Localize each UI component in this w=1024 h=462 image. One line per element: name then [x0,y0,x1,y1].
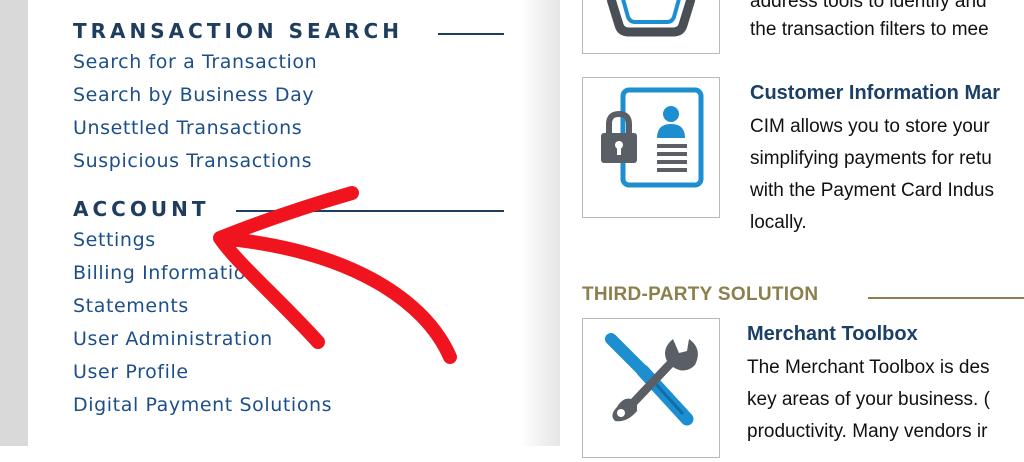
nav-link-billing-information[interactable]: Billing Information [73,262,259,284]
nav-link-settings[interactable]: Settings [73,229,156,251]
left-gutter [0,0,28,446]
cim-title-link[interactable]: Customer Information Mar [750,82,1000,105]
nav-link-search-for-transaction[interactable]: Search for a Transaction [73,51,317,73]
top-feature-icon-box [582,0,720,54]
wrench-screwdriver-icon [605,333,698,426]
merchant-toolbox-title-link[interactable]: Merchant Toolbox [747,323,918,346]
cim-line-4: locally. [750,212,807,233]
merchant-toolbox-icon-box [582,318,720,458]
cim-icon-box [582,77,720,218]
lock-profile-card-icon [601,87,704,188]
cim-line-1: CIM allows you to store your [750,116,990,137]
panel-shadow [520,0,560,446]
cim-line-3: with the Payment Card Indus [750,180,994,201]
nav-link-user-profile[interactable]: User Profile [73,361,189,383]
third-party-rule [868,297,1024,299]
cim-line-2: simplifying payments for retu [750,148,992,169]
nav-link-user-administration[interactable]: User Administration [73,328,273,350]
merchant-toolbox-line-3: productivity. Many vendors ir [747,421,988,442]
nav-link-suspicious-transactions[interactable]: Suspicious Transactions [73,150,312,172]
account-rule [236,210,504,212]
transaction-search-rule [438,33,504,35]
account-heading: ACCOUNT [73,197,210,221]
merchant-toolbox-line-2: key areas of your business. ( [747,389,990,410]
shield-icon [606,0,696,37]
transaction-search-heading: TRANSACTION SEARCH [73,19,403,43]
third-party-heading: THIRD-PARTY SOLUTION [582,284,819,305]
nav-link-digital-payment-solutions[interactable]: Digital Payment Solutions [73,394,332,416]
nav-link-unsettled-transactions[interactable]: Unsettled Transactions [73,117,302,139]
nav-link-search-by-business-day[interactable]: Search by Business Day [73,84,314,106]
merchant-toolbox-line-1: The Merchant Toolbox is des [747,357,990,378]
nav-link-statements[interactable]: Statements [73,295,189,317]
top-feature-line-2: the transaction filters to mee [750,19,989,40]
